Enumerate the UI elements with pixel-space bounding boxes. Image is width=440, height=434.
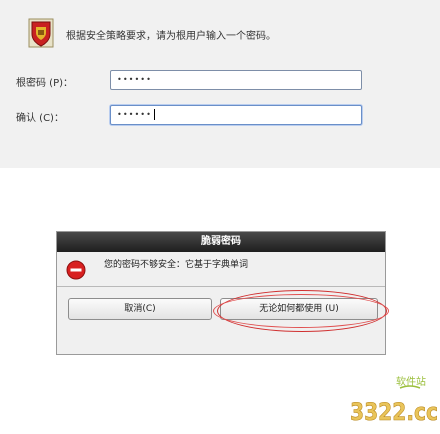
confirm-password-row: 确认 (C)： ••••••	[0, 105, 440, 125]
root-password-input[interactable]: ••••••	[110, 70, 362, 90]
dialog-message: 您的密码不够安全：它基于字典单词	[104, 260, 249, 270]
intro-text: 根据安全策略要求，请为根用户输入一个密码。	[66, 31, 276, 42]
password-panel: 根据安全策略要求，请为根用户输入一个密码。 根密码 (P)： •••••• 确认…	[0, 0, 440, 168]
root-password-row: 根密码 (P)： ••••••	[0, 70, 440, 90]
confirm-password-value: ••••••	[117, 110, 152, 119]
shield-icon	[28, 18, 54, 48]
weak-password-dialog: 脆弱密码 您的密码不够安全：它基于字典单词 取消(C) 无论如何都使用 (U)	[56, 231, 389, 355]
site-watermark: 软件站 3322.cc	[348, 372, 440, 430]
use-anyway-button[interactable]: 无论如何都使用 (U)	[220, 298, 378, 320]
dialog-title: 脆弱密码	[57, 232, 385, 252]
watermark-logo: 软件站 3322.cc	[350, 375, 439, 426]
confirm-password-label: 确认 (C)：	[16, 113, 64, 124]
dialog-divider	[57, 286, 385, 287]
cancel-button[interactable]: 取消(C)	[68, 298, 212, 320]
watermark-brand-text: 3322.cc	[350, 398, 438, 426]
confirm-password-input[interactable]: ••••••	[110, 105, 362, 125]
stop-icon	[66, 260, 86, 280]
root-password-value: ••••••	[117, 75, 152, 84]
root-password-label: 根密码 (P)：	[16, 78, 74, 89]
text-caret	[153, 109, 155, 120]
